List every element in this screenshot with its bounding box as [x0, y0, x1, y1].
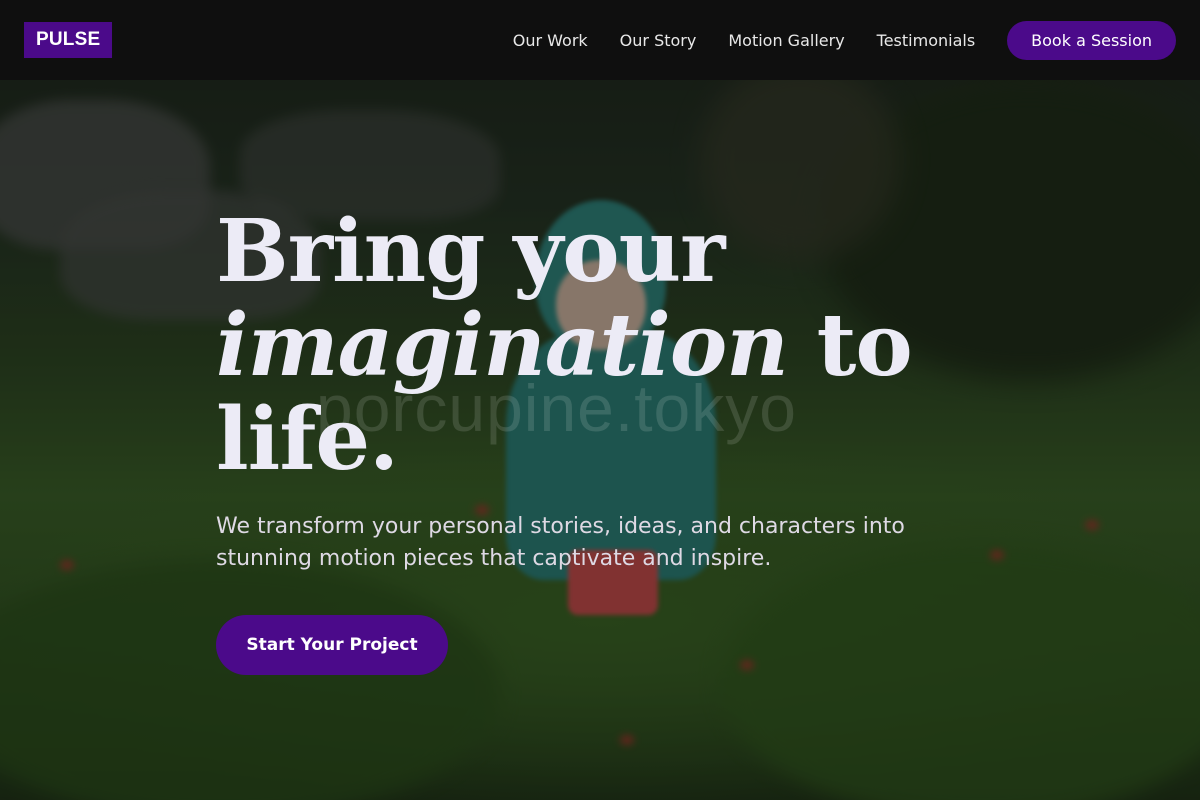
nav-link-testimonials[interactable]: Testimonials: [877, 31, 976, 50]
hero-subtext: We transform your personal stories, idea…: [216, 514, 905, 571]
start-project-button[interactable]: Start Your Project: [216, 615, 448, 675]
hero-content: Bring your imagination to life. We trans…: [216, 205, 956, 675]
logo[interactable]: PULSE: [24, 22, 113, 58]
navbar: PULSE Our Work Our Story Motion Gallery …: [0, 0, 1200, 80]
nav-link-motion-gallery[interactable]: Motion Gallery: [728, 31, 844, 50]
nav-link-our-work[interactable]: Our Work: [513, 31, 588, 50]
headline-line-3: life.: [216, 389, 399, 490]
nav-links: Our Work Our Story Motion Gallery Testim…: [513, 31, 975, 50]
headline-italic-word: imagination: [216, 295, 789, 396]
hero-headline: Bring your imagination to life.: [216, 205, 956, 487]
headline-line-1: Bring your: [216, 201, 725, 302]
book-session-button[interactable]: Book a Session: [1007, 20, 1176, 60]
nav-link-our-story[interactable]: Our Story: [620, 31, 697, 50]
headline-to: to: [787, 295, 913, 396]
